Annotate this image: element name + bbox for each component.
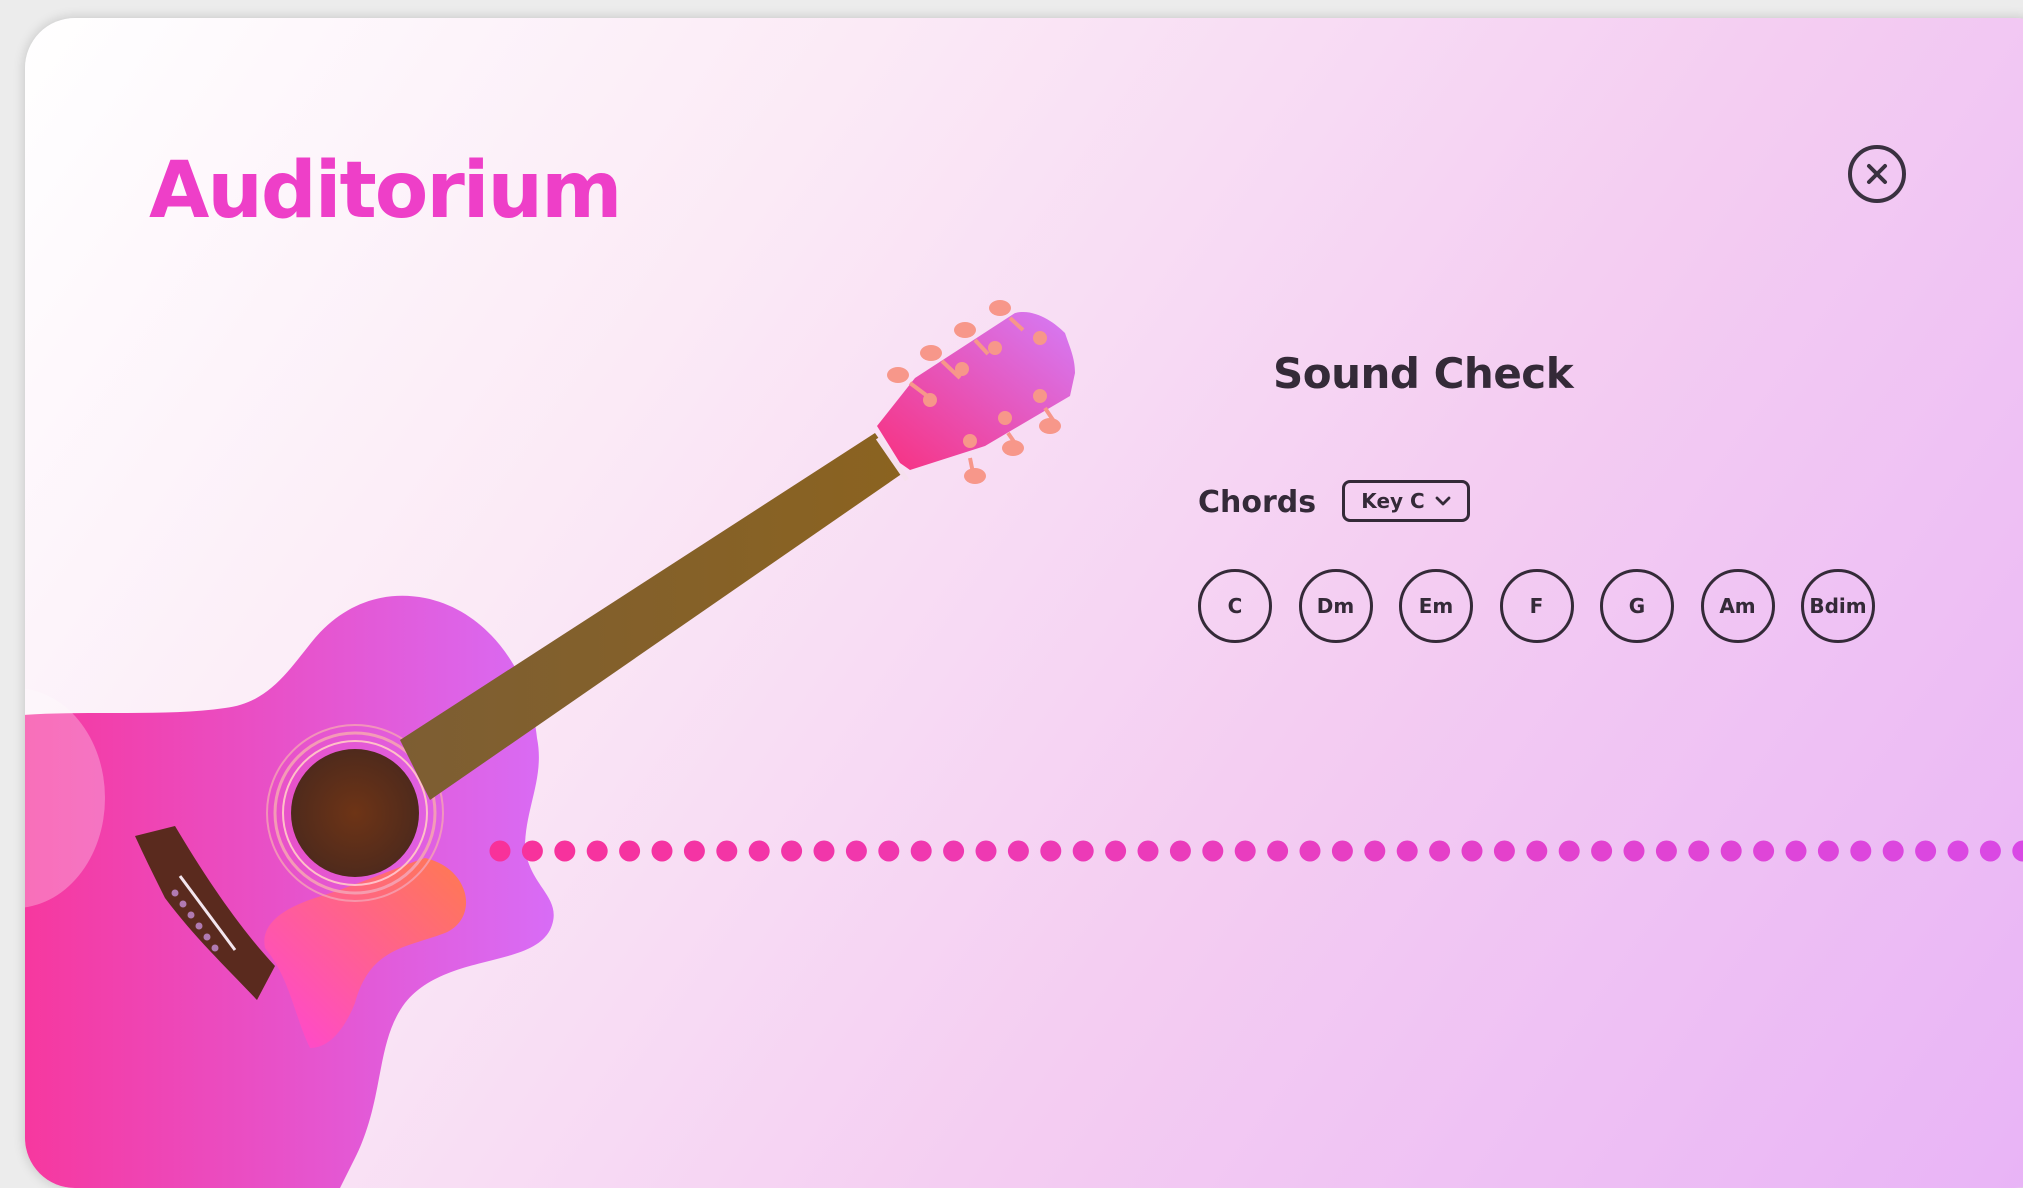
string-dot xyxy=(878,840,900,862)
chevron-down-icon xyxy=(1435,496,1451,506)
string-dot xyxy=(1267,840,1289,862)
string-dot xyxy=(1558,840,1580,862)
string-dot xyxy=(1299,840,1321,862)
string-dot xyxy=(1655,840,1677,862)
string-dot xyxy=(1720,840,1742,862)
string-dot xyxy=(1979,840,2001,862)
string-dot xyxy=(1105,840,1127,862)
string-dot xyxy=(489,840,511,862)
string-dot xyxy=(1850,840,1872,862)
chord-button-f[interactable]: F xyxy=(1499,569,1574,643)
string-dot xyxy=(975,840,997,862)
string-dot xyxy=(1591,840,1613,862)
string-dot xyxy=(1947,840,1969,862)
string-dot xyxy=(619,840,641,862)
string-dot xyxy=(521,840,543,862)
string-dot xyxy=(1007,840,1029,862)
string-dot xyxy=(554,840,576,862)
string-dot xyxy=(1137,840,1159,862)
string-dot xyxy=(1169,840,1191,862)
close-button[interactable] xyxy=(1848,145,1906,203)
string-dot xyxy=(1202,840,1224,862)
string-dot xyxy=(813,840,835,862)
string-dot xyxy=(2012,840,2023,862)
chord-button-g[interactable]: G xyxy=(1600,569,1674,643)
key-select-value: Key C xyxy=(1361,489,1425,513)
string-dot xyxy=(1072,840,1094,862)
string-dot xyxy=(1493,840,1515,862)
string-dot xyxy=(1882,840,1904,862)
key-select[interactable]: Key C xyxy=(1342,480,1470,522)
string-dot xyxy=(716,840,738,862)
string-dot xyxy=(683,840,705,862)
string-dot xyxy=(1915,840,1937,862)
string-dot xyxy=(1040,840,1062,862)
string-dot xyxy=(1785,840,1807,862)
waveform-icon xyxy=(1195,348,1247,398)
string-dot xyxy=(1623,840,1645,862)
chord-button-am[interactable]: Am xyxy=(1700,569,1775,643)
string-dot xyxy=(910,840,932,862)
sound-check-title: Sound Check xyxy=(1273,348,1574,398)
string-dot xyxy=(1234,840,1256,862)
string-dot xyxy=(1429,840,1451,862)
string-dot xyxy=(1526,840,1548,862)
chord-button-bdim[interactable]: Bdim xyxy=(1801,569,1875,643)
string-dot xyxy=(943,840,965,862)
string-dot xyxy=(1817,840,1839,862)
string-dot xyxy=(1396,840,1418,862)
string-dot xyxy=(586,840,608,862)
string-dot xyxy=(748,840,770,862)
string-dot xyxy=(1461,840,1483,862)
sound-check-header: Sound Check xyxy=(1193,348,1574,398)
close-icon xyxy=(1867,164,1887,184)
string-dot xyxy=(1364,840,1386,862)
chord-button-em[interactable]: Em xyxy=(1399,569,1473,643)
string-dot xyxy=(845,840,867,862)
chords-label: Chords xyxy=(1198,485,1317,520)
string-dot xyxy=(1688,840,1710,862)
chord-button-c[interactable]: C xyxy=(1198,569,1272,643)
app-window: Auditorium Sound Check Chords Key C C Dm… xyxy=(25,18,2023,1188)
string-dot xyxy=(1331,840,1353,862)
string-dot xyxy=(651,840,673,862)
app-title: Auditorium xyxy=(149,146,622,236)
string-dot xyxy=(781,840,803,862)
chord-button-dm[interactable]: Dm xyxy=(1298,569,1373,643)
string-dot xyxy=(1753,840,1775,862)
